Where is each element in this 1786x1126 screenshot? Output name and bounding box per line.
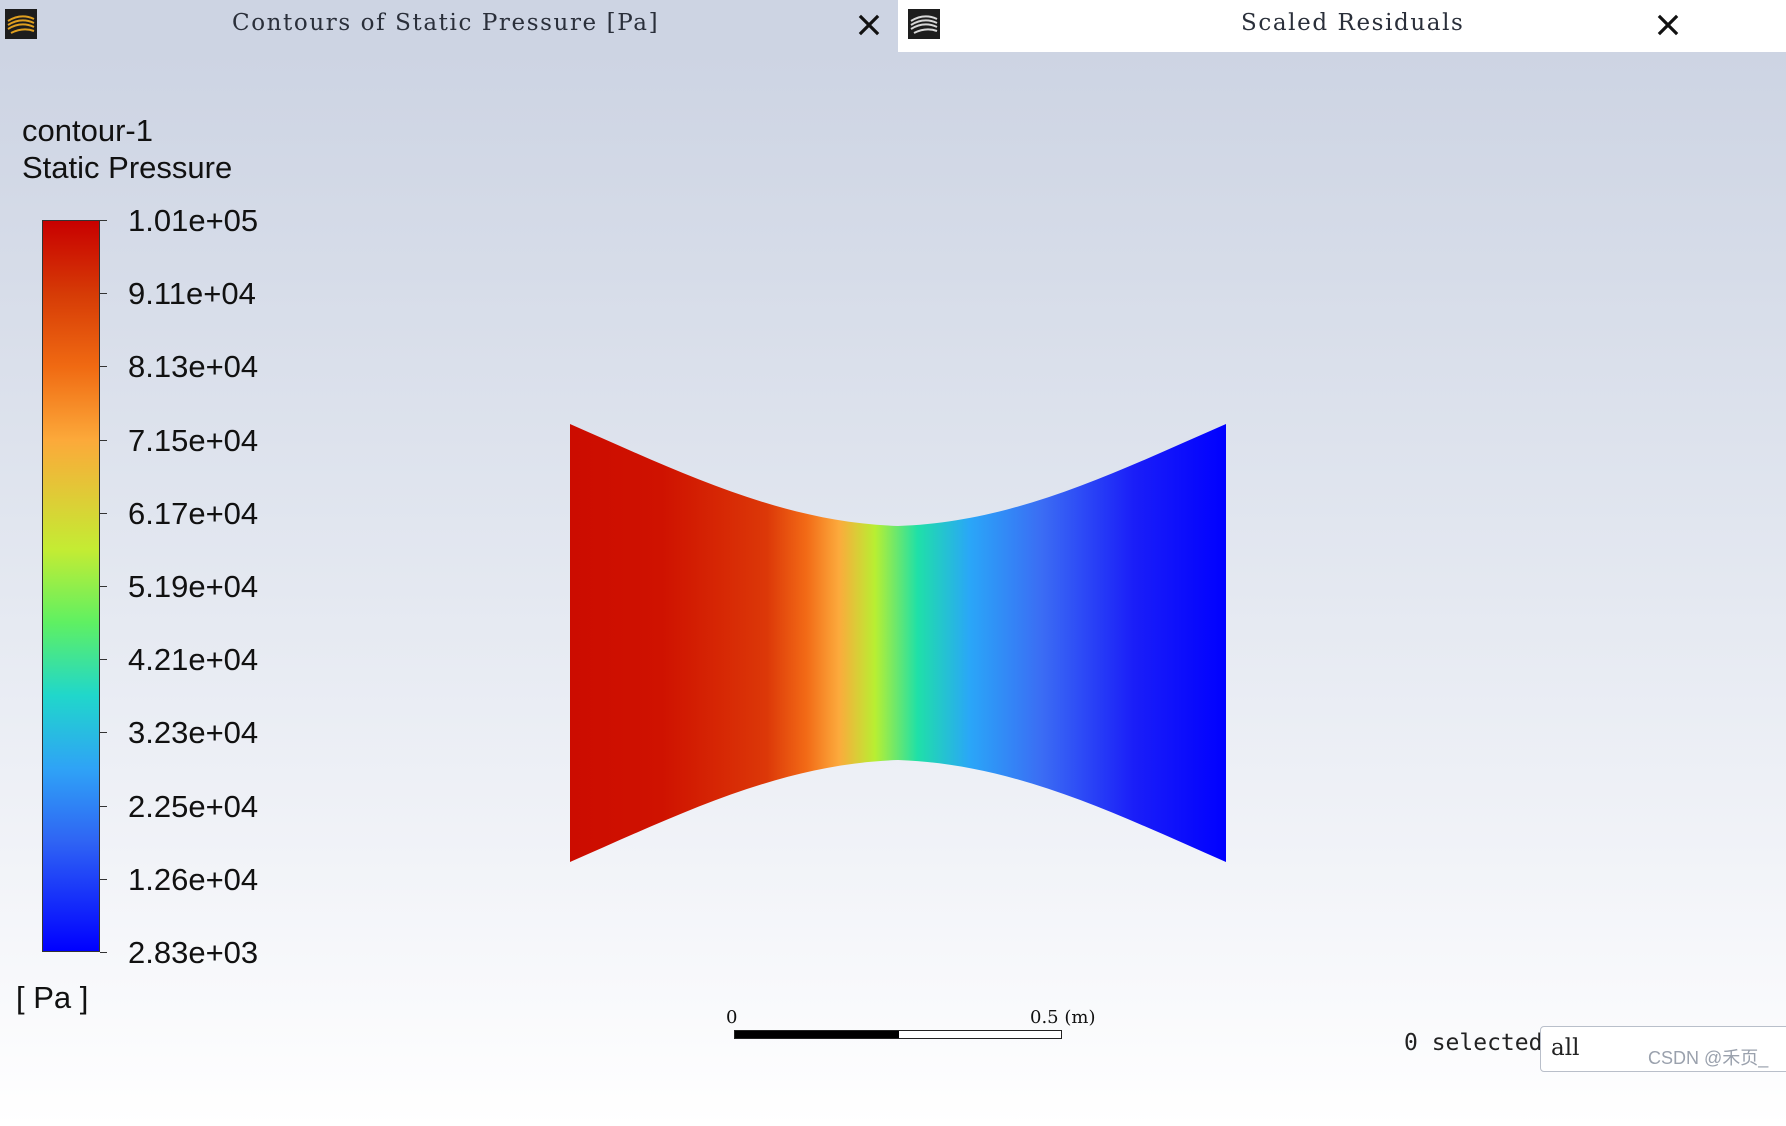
- selection-filter-value: all: [1551, 1035, 1580, 1061]
- tab-contours-static-pressure[interactable]: Contours of Static Pressure [Pa]: [0, 0, 898, 52]
- pressure-contour-plot[interactable]: [0, 52, 1786, 1126]
- scale-bar-filled-segment: [735, 1031, 899, 1038]
- tab-scaled-residuals[interactable]: Scaled Residuals: [898, 0, 1786, 52]
- tab-title: Scaled Residuals: [1241, 10, 1465, 36]
- close-icon[interactable]: [1655, 12, 1681, 38]
- tab-title: Contours of Static Pressure [Pa]: [232, 10, 660, 36]
- scale-bar: [734, 1030, 1062, 1039]
- close-icon[interactable]: [856, 12, 882, 38]
- graphics-viewport[interactable]: contour-1 Static Pressure 1.01e+05 9.11e+…: [0, 52, 1786, 1126]
- scale-end-label: 0.5 (m): [1030, 1007, 1096, 1028]
- fluent-app-icon: [5, 9, 37, 39]
- nozzle-domain[interactable]: [570, 424, 1226, 862]
- watermark: CSDN @禾页_: [1648, 1048, 1769, 1068]
- fluent-app-icon: [908, 9, 940, 39]
- selection-count: 0 selected: [1404, 1030, 1543, 1056]
- scale-start-label: 0: [726, 1007, 738, 1028]
- tab-bar: Contours of Static Pressure [Pa] Scaled …: [0, 0, 1786, 52]
